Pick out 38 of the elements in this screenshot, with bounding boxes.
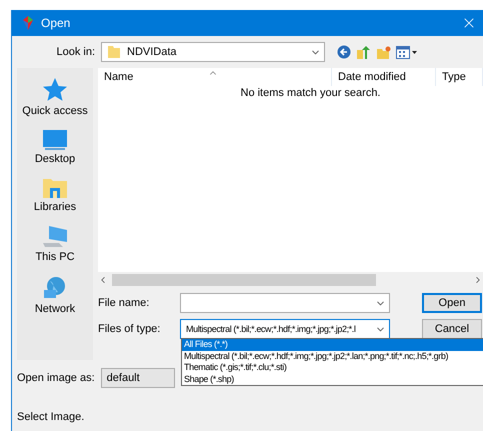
cancel-button[interactable]: Cancel [422,319,482,339]
file-type-option[interactable]: Shape (*.shp) [182,374,483,385]
new-folder-icon[interactable] [376,46,391,58]
horizontal-scrollbar[interactable] [98,272,483,288]
column-header[interactable]: Type [436,68,483,86]
place-item[interactable]: Quick access [19,74,91,120]
open-button[interactable]: Open [422,293,482,313]
file-type-label: Files of type: [98,323,162,335]
computer-icon [41,225,69,249]
folder-icon [42,177,68,199]
monitor-icon [42,129,68,151]
status-text: Select Image. [17,411,86,423]
look-in-label: Look in: [55,46,95,58]
up-folder-icon[interactable] [356,44,371,60]
file-type-option[interactable]: Thematic (*.gis;*.tif;*.clu;*.sti) [182,362,483,374]
file-name-label: File name: [98,297,150,309]
open-image-as-label: Open image as: [17,372,95,384]
look-in-dropdown[interactable]: NDVIData [101,42,325,62]
app-icon [21,16,35,30]
empty-message: No items match your search. [240,87,380,99]
globe-icon [42,275,68,301]
column-header[interactable]: Name [98,68,332,86]
star-icon [42,77,68,103]
folder-icon [107,45,121,59]
place-item[interactable]: This PC [19,222,91,266]
file-name-field[interactable] [180,293,390,313]
view-menu-icon[interactable] [396,46,418,58]
open-image-as-dropdown[interactable]: default [100,368,175,388]
back-icon[interactable] [337,45,351,59]
place-item[interactable]: Network [19,272,91,318]
file-type-dropdown[interactable]: Multispectral (*.bil;*.ecw;*.hdf;*.img;*.jpg;*.jp2;*.l [180,319,390,339]
scroll-thumb[interactable] [112,274,376,286]
column-header[interactable]: Date modified [332,68,436,86]
window-title: Open [41,16,72,30]
file-type-option[interactable]: All Files (*.*) [182,339,483,350]
place-item[interactable]: Libraries [19,174,91,216]
file-type-option[interactable]: Multispectral (*.bil;*.ecw;*.hdf;*.img;*.jpg;*.jp2;*.lan;*.png;*.tif;*.nc;.h5;*.grb) [182,350,483,362]
place-item[interactable]: Desktop [19,126,91,168]
